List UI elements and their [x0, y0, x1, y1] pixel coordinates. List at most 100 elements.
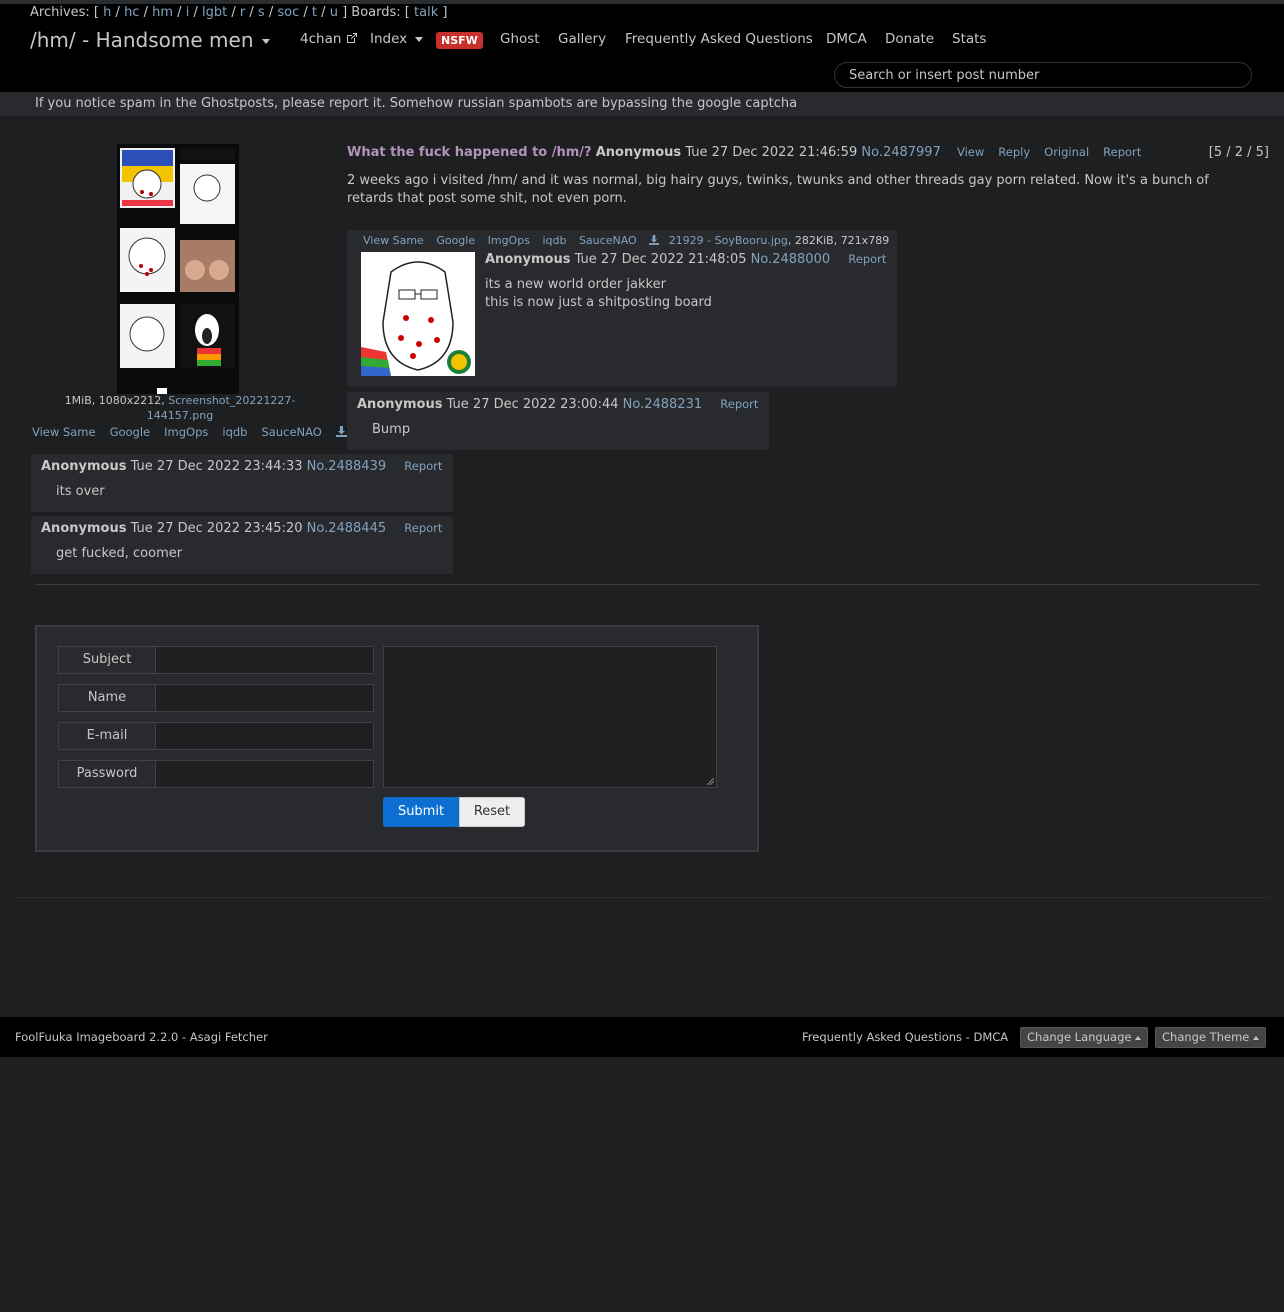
submit-button[interactable]: Submit: [383, 797, 459, 827]
google-link[interactable]: Google: [110, 425, 151, 439]
op-original-button[interactable]: Original: [1044, 145, 1089, 159]
reset-button[interactable]: Reset: [459, 797, 525, 827]
op-view-button[interactable]: View: [957, 145, 984, 159]
reply-text: its over: [56, 484, 105, 499]
reply-thumbnail-image: [361, 252, 475, 376]
op-file-name-link[interactable]: Screenshot_20221227-144157.png: [147, 394, 296, 422]
reply-post-number[interactable]: No.2488445: [307, 521, 386, 536]
subject-field[interactable]: Subject: [58, 646, 374, 674]
chevron-up-icon: [1253, 1035, 1260, 1040]
reply-post: View Same Google ImgOps iqdb SauceNAO 21…: [347, 230, 897, 387]
reply-post: Anonymous Tue 27 Dec 2022 23:00:44 No.24…: [347, 392, 769, 450]
reply-date: Tue 27 Dec 2022 21:48:05: [574, 252, 747, 267]
reply-post-number[interactable]: No.2488439: [307, 459, 386, 474]
reply-post-number[interactable]: No.2488231: [623, 397, 702, 412]
google-link[interactable]: Google: [436, 234, 475, 247]
comment-textarea[interactable]: [383, 646, 717, 788]
archive-link-h[interactable]: h: [103, 5, 111, 20]
reply-date: Tue 27 Dec 2022 23:44:33: [130, 459, 303, 474]
reply-file-links: View Same Google ImgOps iqdb SauceNAO 21…: [363, 234, 889, 247]
board-title-dropdown[interactable]: /hm/ - Handsome men: [30, 28, 270, 52]
footer: FoolFuuka Imageboard 2.2.0 - Asagi Fetch…: [0, 1017, 1284, 1057]
view-same-link[interactable]: View Same: [363, 234, 424, 247]
reply-name: Anonymous: [41, 459, 127, 474]
footer-links[interactable]: Frequently Asked Questions - DMCA: [802, 1030, 1008, 1044]
subject-label: Subject: [59, 647, 156, 673]
post-form: Subject Name E-mail Password Submit Rese…: [35, 625, 759, 852]
name-field[interactable]: Name: [58, 684, 374, 712]
iqdb-link[interactable]: iqdb: [542, 234, 566, 247]
reply-thumbnail[interactable]: [361, 252, 475, 376]
external-link-icon: [346, 33, 357, 43]
change-language-button[interactable]: Change Language: [1020, 1027, 1149, 1048]
saucenao-link[interactable]: SauceNAO: [262, 425, 322, 439]
report-button[interactable]: Report: [404, 459, 442, 473]
report-button[interactable]: Report: [404, 521, 442, 535]
email-label: E-mail: [59, 723, 156, 749]
download-icon[interactable]: [335, 426, 347, 437]
reply-post-number[interactable]: No.2488000: [751, 252, 830, 267]
search-input[interactable]: Search or insert post number: [834, 62, 1252, 88]
op-header: What the fuck happened to /hm/? Anonymou…: [347, 145, 1277, 160]
nav-donate[interactable]: Donate: [885, 31, 934, 47]
archive-link-s[interactable]: s: [258, 5, 265, 20]
nav-stats[interactable]: Stats: [952, 31, 986, 47]
reply-header: Anonymous Tue 27 Dec 2022 23:45:20 No.24…: [41, 521, 442, 536]
resize-handle-icon[interactable]: [707, 778, 714, 785]
email-field[interactable]: E-mail: [58, 722, 374, 750]
reply-name: Anonymous: [41, 521, 127, 536]
op-subject: What the fuck happened to /hm/?: [347, 145, 592, 160]
archive-link-t[interactable]: t: [312, 5, 317, 20]
notice-bar: If you notice spam in the Ghostposts, pl…: [0, 92, 1284, 116]
op-text: 2 weeks ago i visited /hm/ and it was no…: [347, 173, 1209, 206]
reply-file-name-link[interactable]: 21929 - SoyBooru.jpg: [669, 234, 788, 247]
imgops-link[interactable]: ImgOps: [488, 234, 530, 247]
nav-faq[interactable]: Frequently Asked Questions: [625, 31, 813, 47]
archive-link-lgbt[interactable]: lgbt: [202, 5, 227, 20]
op-report-button[interactable]: Report: [1103, 145, 1141, 159]
reply-post: Anonymous Tue 27 Dec 2022 23:45:20 No.24…: [31, 516, 453, 574]
archive-link-hm[interactable]: hm: [152, 5, 173, 20]
report-button[interactable]: Report: [720, 397, 758, 411]
iqdb-link[interactable]: iqdb: [222, 425, 247, 439]
reply-header: Anonymous Tue 27 Dec 2022 23:00:44 No.24…: [357, 397, 758, 412]
imgops-link[interactable]: ImgOps: [164, 425, 208, 439]
archive-link-u[interactable]: u: [330, 5, 338, 20]
op-thumbnail[interactable]: [117, 144, 239, 394]
reply-name: Anonymous: [485, 252, 571, 267]
nav-dmca[interactable]: DMCA: [826, 31, 867, 47]
archive-link-r[interactable]: r: [240, 5, 245, 20]
board-link-talk[interactable]: talk: [414, 5, 438, 20]
reply-header: Anonymous Tue 27 Dec 2022 21:48:05 No.24…: [485, 252, 886, 267]
notice-text: If you notice spam in the Ghostposts, pl…: [35, 96, 798, 111]
reply-date: Tue 27 Dec 2022 23:00:44: [446, 397, 619, 412]
view-same-link[interactable]: View Same: [32, 425, 96, 439]
archive-link-hc[interactable]: hc: [124, 5, 139, 20]
change-theme-button[interactable]: Change Theme: [1155, 1027, 1267, 1048]
thread-divider: [35, 584, 1259, 585]
op-reply-button[interactable]: Reply: [998, 145, 1030, 159]
op-thumbnail-image: [117, 144, 239, 394]
op-file-links: View Same Google ImgOps iqdb SauceNAO: [32, 425, 347, 439]
nav-ghost[interactable]: Ghost: [500, 31, 540, 47]
board-title: /hm/ - Handsome men: [30, 28, 254, 52]
footer-credit: FoolFuuka Imageboard 2.2.0 - Asagi Fetch…: [15, 1030, 268, 1044]
password-field[interactable]: Password: [58, 760, 374, 788]
nav-4chan[interactable]: 4chan: [300, 31, 358, 47]
op-post-number[interactable]: No.2487997: [861, 145, 940, 160]
report-button[interactable]: Report: [848, 252, 886, 266]
download-icon[interactable]: [649, 235, 660, 245]
name-label: Name: [59, 685, 156, 711]
chevron-down-icon: [415, 36, 424, 42]
page-divider: [15, 897, 1269, 898]
password-label: Password: [59, 761, 156, 787]
reply-text: Bump: [372, 422, 411, 437]
saucenao-link[interactable]: SauceNAO: [579, 234, 637, 247]
archive-link-i[interactable]: i: [186, 5, 190, 20]
op-name: Anonymous: [595, 145, 682, 160]
archive-link-soc[interactable]: soc: [277, 5, 299, 20]
nsfw-badge[interactable]: NSFW: [436, 32, 483, 49]
reply-header: Anonymous Tue 27 Dec 2022 23:44:33 No.24…: [41, 459, 442, 474]
nav-gallery[interactable]: Gallery: [558, 31, 606, 47]
nav-index-dropdown[interactable]: Index: [370, 31, 424, 47]
